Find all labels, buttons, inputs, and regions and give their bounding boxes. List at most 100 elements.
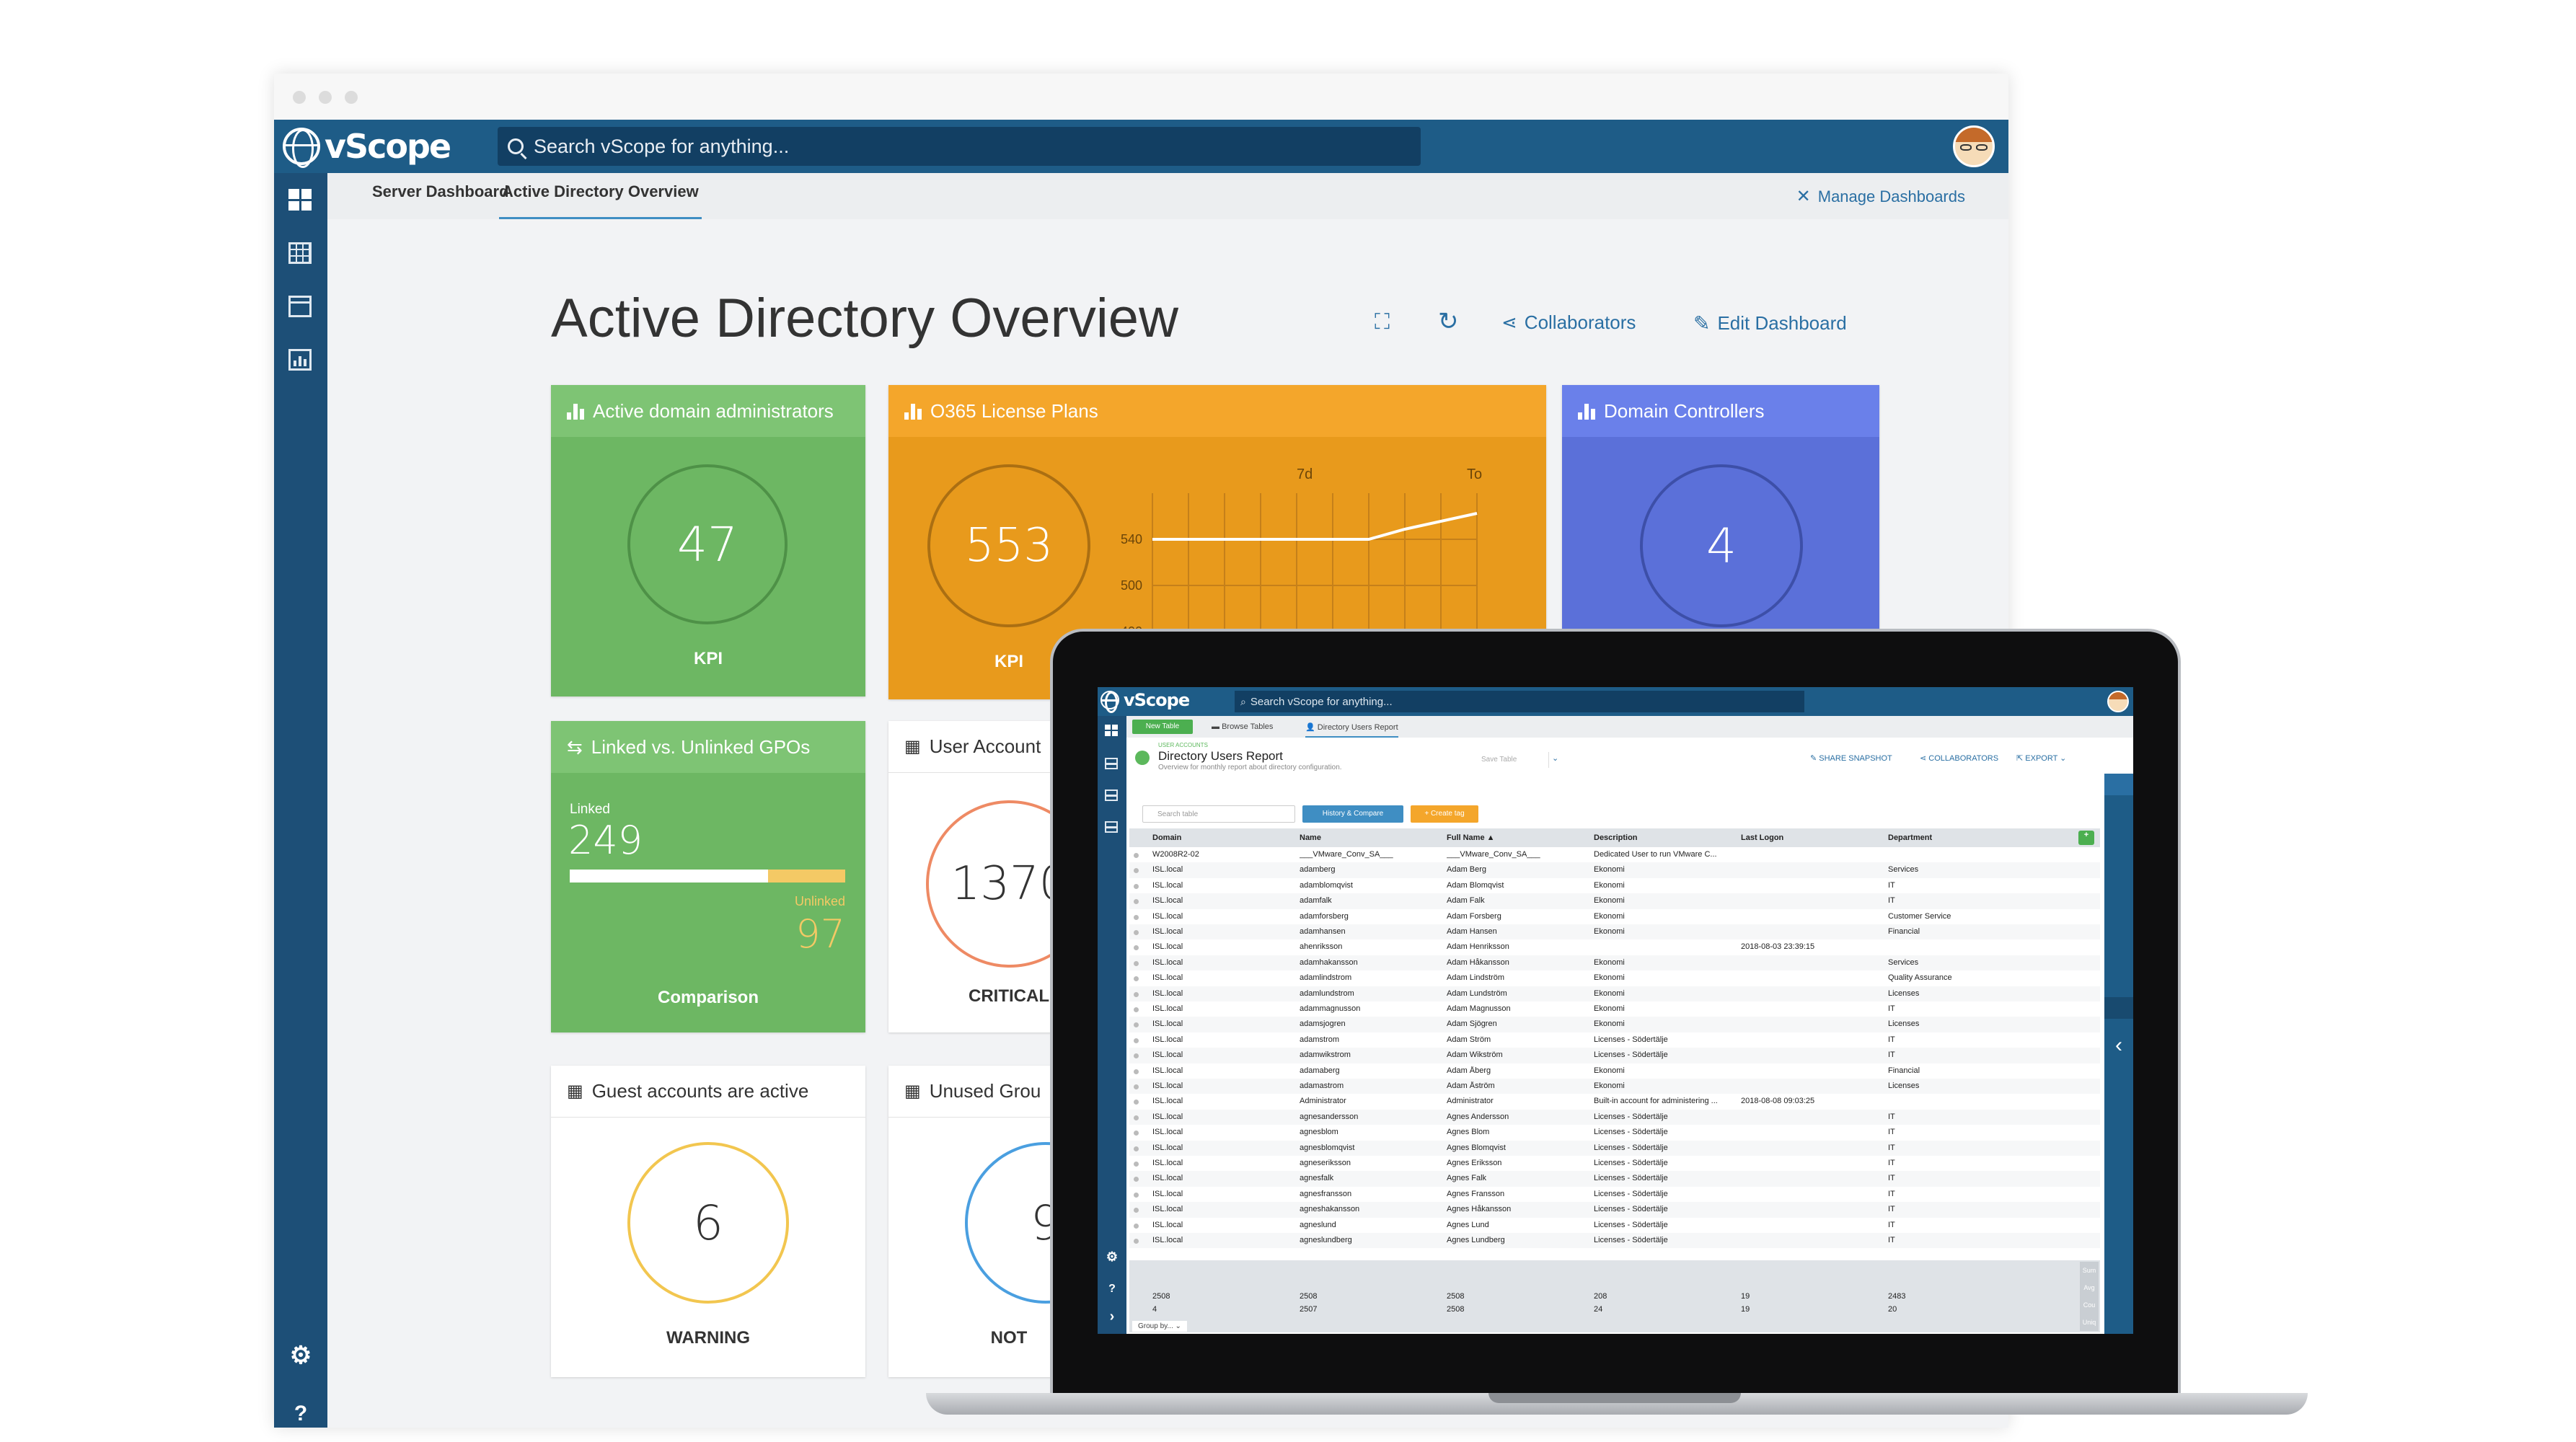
table-row[interactable]: ISL.local ahenriksson Adam Henriksson 2018-…	[1129, 939, 2100, 955]
screen-user-avatar[interactable]	[2107, 691, 2129, 712]
table-row[interactable]: ISL.local adamaberg Adam Åberg Ekonomi Finan…	[1129, 1063, 2100, 1079]
export-button[interactable]: ⇱ EXPORT ⌄	[2016, 753, 2066, 763]
column-header[interactable]: Name	[1300, 833, 1321, 842]
table-row[interactable]: ISL.local adamwikstrom Adam Wikström Licens…	[1129, 1048, 2100, 1063]
column-header[interactable]: Last Logon	[1741, 833, 1783, 842]
table-row[interactable]: ISL.local agnesblomqvist Agnes Blomqvist Li…	[1129, 1140, 2100, 1156]
vscope-logo[interactable]: vScope	[283, 127, 451, 168]
card-header: Active domain administrators	[551, 385, 865, 437]
table-row[interactable]: ISL.local agnesfalk Agnes Falk Licenses - S…	[1129, 1171, 2100, 1187]
kpi-caption: KPI	[693, 649, 723, 668]
table-row[interactable]: ISL.local agneslund Agnes Lund Licenses - S…	[1129, 1218, 2100, 1233]
gpo-linked-fill	[570, 870, 769, 883]
table-row[interactable]: ISL.local agneshakansson Agnes Håkansson Li…	[1129, 1202, 2100, 1218]
card-guest-accounts-active[interactable]: ▦ Guest accounts are active 6 WARNING	[551, 1066, 865, 1377]
fullscreen-button[interactable]: ⛶	[1375, 310, 1390, 335]
collaborators-button[interactable]: ⋖ Collaborators	[1501, 311, 1636, 334]
table-cell: Licenses - Södertälje	[1594, 1189, 1668, 1198]
save-table-button[interactable]: Save Table	[1470, 752, 1549, 768]
table-cell: ISL.local	[1152, 1066, 1183, 1075]
expand-chevron-icon[interactable]: ›	[1098, 1309, 1126, 1325]
user-avatar[interactable]	[1953, 125, 1995, 167]
save-options-chevron-icon[interactable]: ⌄	[1552, 753, 1558, 763]
report-chart-icon[interactable]	[1105, 821, 1118, 833]
edit-dashboard-button[interactable]: ✎ Edit Dashboard	[1693, 311, 1847, 335]
collaborators-label: Collaborators	[1524, 311, 1636, 333]
column-header[interactable]: Full Name ▲	[1447, 833, 1495, 842]
table-row[interactable]: ISL.local adamsjogren Adam Sjögren Ekonomi L…	[1129, 1017, 2100, 1032]
window-icon[interactable]	[1105, 789, 1118, 801]
table-row[interactable]: ISL.local adamforsberg Adam Forsberg Ekonom…	[1129, 909, 2100, 924]
column-header[interactable]: Department	[1888, 833, 1932, 842]
table-row[interactable]: ISL.local adamastrom Adam Åström Ekonomi Lic…	[1129, 1079, 2100, 1094]
table-icon[interactable]	[1105, 758, 1118, 769]
history-compare-button[interactable]: History & Compare	[1302, 805, 1403, 823]
dashboard-icon[interactable]	[1105, 725, 1118, 736]
column-header[interactable]: Domain	[1152, 833, 1181, 842]
table-cell: adamsjogren	[1300, 1019, 1346, 1029]
table-cell: agnesblom	[1300, 1128, 1338, 1137]
table-row[interactable]: ISL.local agneslundberg Agnes Lundberg Lice…	[1129, 1233, 2100, 1249]
filter-button[interactable]	[2104, 774, 2133, 795]
dashboard-tabs: Server Dashboard Active Directory Overvi…	[327, 173, 2008, 219]
summary-cell: 2508	[1447, 1305, 1465, 1314]
table-row[interactable]: ISL.local adamblomqvist Adam Blomqvist Ekon…	[1129, 878, 2100, 893]
column-header[interactable]: Description	[1594, 833, 1638, 842]
new-table-button[interactable]: New Table	[1132, 720, 1193, 734]
table-cell: ISL.local	[1152, 1097, 1183, 1106]
table-row[interactable]: W2008R2-02 ___VMware_Conv_SA___ ___VMware_…	[1129, 847, 2100, 862]
tab-active-directory-overview[interactable]: Active Directory Overview	[499, 173, 702, 219]
unlinked-value: 97	[795, 911, 845, 957]
table-row[interactable]: ISL.local adamhakansson Adam Håkansson Ekon…	[1129, 955, 2100, 971]
table-row[interactable]: ISL.local Administrator Administrator Built…	[1129, 1094, 2100, 1109]
window-close-dot[interactable]	[293, 91, 306, 104]
tab-directory-users-report[interactable]: 👤 Directory Users Report	[1305, 722, 1398, 738]
card-linked-vs-unlinked-gpos[interactable]: ⇆ Linked vs. Unlinked GPOs Linked 249 Un…	[551, 721, 865, 1032]
window-icon[interactable]	[288, 296, 312, 317]
table-row[interactable]: ISL.local agnesandersson Agnes Andersson Li…	[1129, 1109, 2100, 1125]
dashboard-icon[interactable]	[288, 189, 312, 211]
gear-icon[interactable]: ⚙	[274, 1341, 327, 1370]
search-input[interactable]: Search vScope for anything...	[498, 127, 1421, 166]
tab-server-dashboard[interactable]: Server Dashboard	[369, 173, 512, 219]
manage-dashboards-button[interactable]: ✕ Manage Dashboards	[1796, 186, 1965, 207]
tab-browse-tables[interactable]: ▬ Browse Tables	[1212, 722, 1273, 731]
table-row[interactable]: ISL.local adamlindstrom Adam Lindström Ekon…	[1129, 970, 2100, 986]
card-active-domain-administrators[interactable]: Active domain administrators 47 KPI	[551, 385, 865, 696]
table-row[interactable]: ISL.local adamlundstrom Adam Lundström Ekon…	[1129, 986, 2100, 1001]
help-icon[interactable]: ?	[1098, 1283, 1126, 1296]
table-row[interactable]: ISL.local adamberg Adam Berg Ekonomi Service…	[1129, 862, 2100, 878]
add-column-button[interactable]: +	[2078, 831, 2094, 845]
table-cell: adamforsberg	[1300, 911, 1349, 921]
table-cell: ISL.local	[1152, 988, 1183, 998]
table-cell: Licenses - Södertälje	[1594, 1236, 1668, 1244]
table-icon[interactable]	[288, 242, 312, 264]
table-row[interactable]: ISL.local adamfalk Adam Falk Ekonomi IT	[1129, 893, 2100, 909]
window-minimize-dot[interactable]	[319, 91, 332, 104]
summary-label: Cou	[2083, 1301, 2096, 1309]
screen-search-input[interactable]: ⌕ Search vScope for anything...	[1235, 691, 1804, 712]
screen-logo[interactable]: vScope	[1100, 690, 1190, 713]
kpi-caption: WARNING	[666, 1328, 750, 1348]
search-table-input[interactable]: Search table	[1142, 805, 1295, 823]
create-tag-button[interactable]: + Create tag	[1411, 805, 1478, 823]
table-row[interactable]: ISL.local adamhansen Adam Hansen Ekonomi Fin…	[1129, 924, 2100, 940]
table-row[interactable]: ISL.local agnesblom Agnes Blom Licenses - S…	[1129, 1125, 2100, 1140]
collapse-chevron-left-icon[interactable]: ‹	[2104, 1033, 2133, 1058]
group-by-dropdown[interactable]: Group by... ⌄	[1132, 1321, 1187, 1332]
table-row[interactable]: ISL.local adammagnusson Adam Magnusson Ekon…	[1129, 1001, 2100, 1017]
table-row[interactable]: ISL.local adamstrom Adam Ström Licenses - S…	[1129, 1032, 2100, 1048]
collaborators-button[interactable]: ⋖ COLLABORATORS	[1920, 753, 1998, 763]
refresh-button[interactable]: ↻	[1438, 307, 1459, 336]
report-chart-icon[interactable]	[288, 349, 312, 371]
gear-icon[interactable]: ⚙	[1098, 1249, 1126, 1265]
panel-marker	[2104, 997, 2133, 1019]
table-cell: Agnes Falk	[1447, 1174, 1487, 1183]
help-icon[interactable]: ?	[274, 1402, 327, 1426]
table-row[interactable]: ISL.local agnesfransson Agnes Fransson Lice…	[1129, 1187, 2100, 1202]
table-cell: Licenses - Södertälje	[1594, 1205, 1668, 1214]
share-snapshot-button[interactable]: ✎ SHARE SNAPSHOT	[1810, 753, 1892, 763]
table-row[interactable]: ISL.local agneseriksson Agnes Eriksson Lice…	[1129, 1156, 2100, 1171]
table-cell: 2018-08-08 09:03:25	[1741, 1097, 1815, 1106]
window-maximize-dot[interactable]	[345, 91, 358, 104]
